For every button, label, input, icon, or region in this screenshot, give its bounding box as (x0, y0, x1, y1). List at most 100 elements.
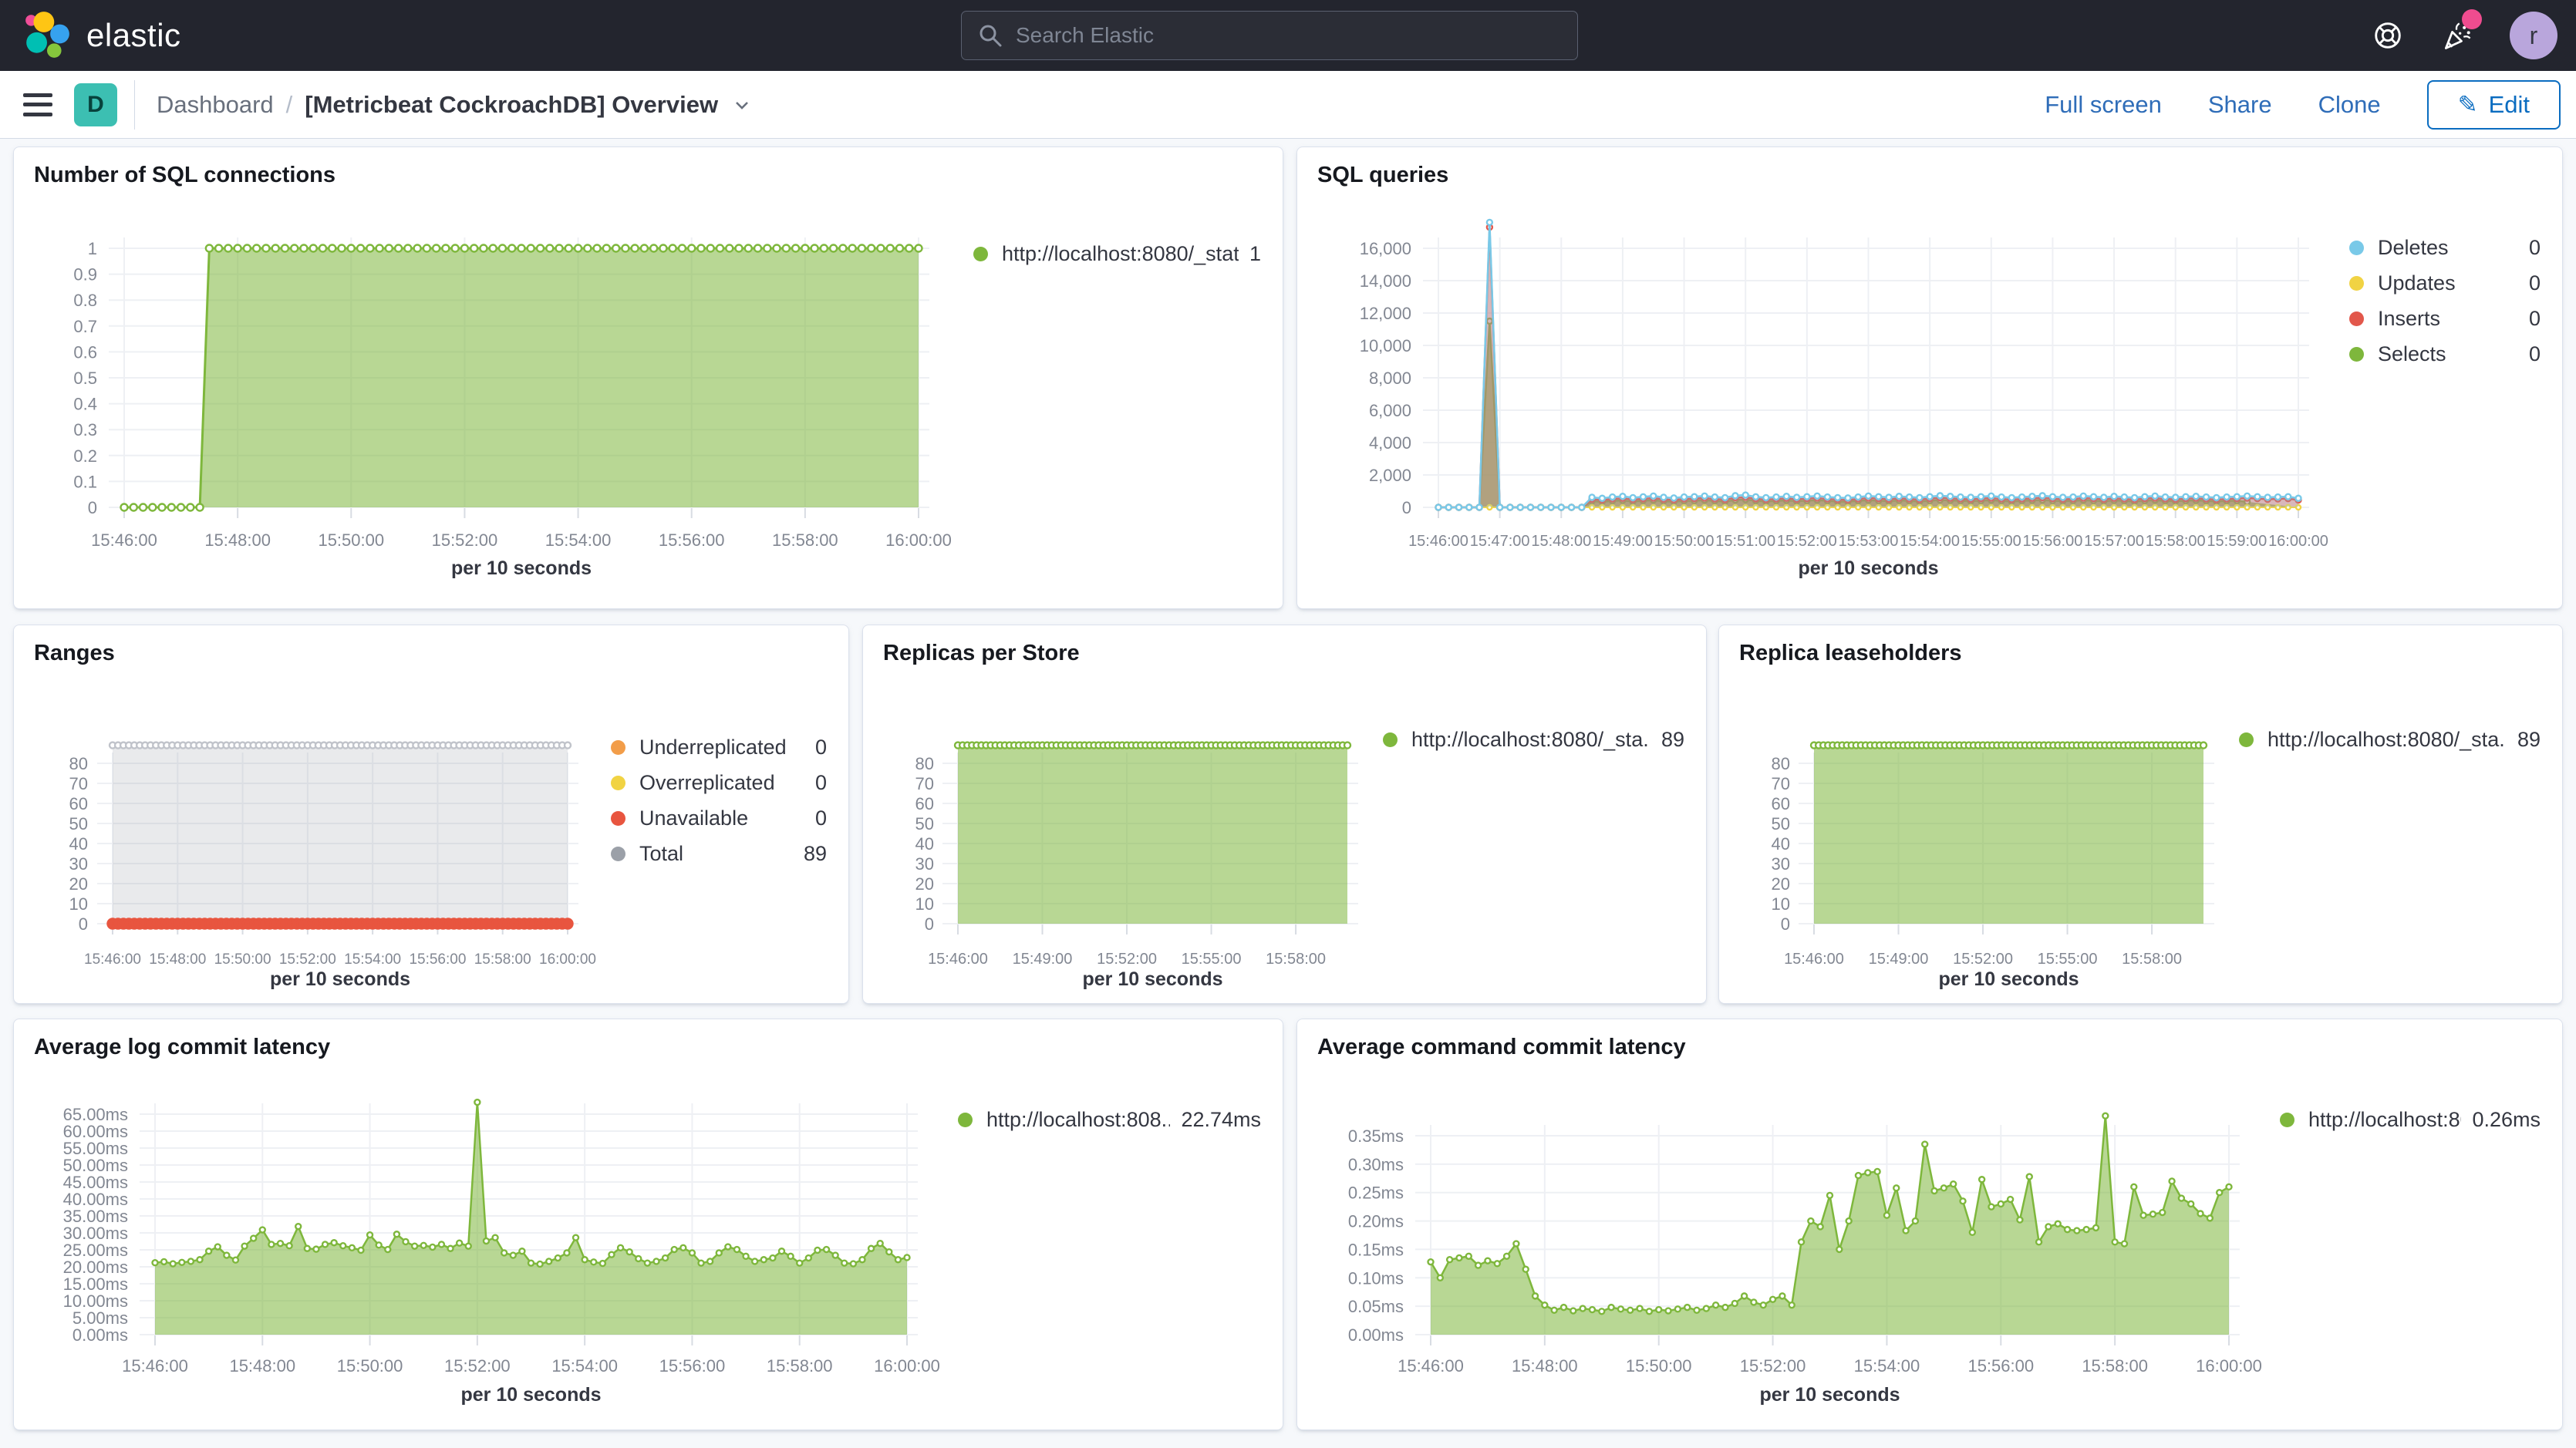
y-tick-label: 0 (1781, 914, 1790, 934)
breadcrumb: Dashboard / [Metricbeat CockroachDB] Ove… (157, 91, 754, 119)
panel-sql-queries: SQL queries 16,00014,00012,00010,0008,00… (1296, 146, 2563, 609)
x-tick-label: 15:58:00 (2082, 1356, 2148, 1376)
x-axis-title: per 10 seconds (1082, 968, 1222, 990)
legend-label: Total (639, 842, 683, 866)
x-tick-label: 15:57:00 (2084, 533, 2144, 550)
search-icon (977, 22, 1003, 49)
legend-item[interactable]: Inserts0 (2349, 301, 2541, 336)
ranges-chart[interactable]: 8070605040302010015:46:0015:48:0015:50:0… (20, 669, 591, 987)
panel-replica-leaseholders: Replica leaseholders 8070605040302010015… (1718, 625, 2563, 1004)
legend-label: http://localhost:8080/_sta... (1411, 728, 1650, 752)
series-markers-Total (110, 743, 571, 749)
x-tick-label: 15:55:00 (1961, 533, 2021, 550)
x-tick-label: 15:50:00 (1626, 1356, 1692, 1376)
legend-item[interactable]: http://localhost:808...22.74ms (958, 1102, 1261, 1137)
y-tick-label: 80 (69, 754, 88, 773)
chevron-down-icon[interactable] (730, 93, 754, 116)
y-tick-label: 70 (915, 774, 934, 793)
legend-item[interactable]: http://localhost:8080/_sta...89 (2239, 722, 2541, 757)
brand-name: elastic (86, 17, 181, 54)
y-tick-label: 60 (915, 794, 934, 813)
y-tick-label: 0.5 (73, 369, 97, 388)
panel-command-commit-latency: Average command commit latency 0.35ms0.3… (1296, 1019, 2563, 1430)
y-tick-label: 20 (915, 874, 934, 894)
y-tick-label: 40 (915, 834, 934, 854)
panel-log-commit-latency: Average log commit latency 65.00ms60.00m… (13, 1019, 1283, 1430)
toolbar: D Dashboard / [Metricbeat CockroachDB] O… (0, 71, 2576, 139)
y-tick-label: 0.35ms (1348, 1126, 1404, 1146)
y-tick-label: 40 (1772, 834, 1790, 854)
x-tick-label: 15:50:00 (214, 951, 271, 968)
x-tick-label: 15:49:00 (1869, 951, 1929, 968)
dashboard-app-icon[interactable]: D (74, 83, 117, 126)
help-button[interactable] (2371, 19, 2405, 52)
x-tick-label: 15:46:00 (84, 951, 141, 968)
legend-item[interactable]: Unavailable0 (611, 800, 827, 836)
legend-item[interactable]: Updates0 (2349, 265, 2541, 301)
newsfeed-button[interactable] (2440, 19, 2474, 52)
legend-item[interactable]: http://localhost:8080/_stat...1 (973, 236, 1261, 271)
sql-queries-chart[interactable]: 16,00014,00012,00010,0008,0006,0004,0002… (1303, 191, 2329, 577)
y-tick-label: 0 (1402, 498, 1411, 517)
clone-link[interactable]: Clone (2318, 91, 2381, 119)
panel-title: Number of SQL connections (14, 147, 1283, 188)
legend-value: 89 (1650, 728, 1684, 752)
panel-title: Average log commit latency (14, 1019, 1283, 1060)
legend-item[interactable]: Deletes0 (2349, 230, 2541, 265)
legend-value: 0 (804, 807, 827, 830)
panel-title: SQL queries (1297, 147, 2562, 188)
legend-item[interactable]: Selects0 (2349, 336, 2541, 372)
legend-item[interactable]: Overreplicated0 (611, 765, 827, 800)
x-tick-label: 15:49:00 (1593, 533, 1653, 550)
y-tick-label: 2,000 (1369, 466, 1411, 485)
breadcrumb-dashboard[interactable]: Dashboard (157, 91, 274, 119)
x-tick-label: 15:52:00 (1777, 533, 1837, 550)
legend-label: Deletes (2378, 236, 2449, 260)
elastic-logo[interactable]: elastic (0, 10, 324, 61)
replica-leaseholders-chart[interactable]: 8070605040302010015:46:0015:49:0015:52:0… (1725, 669, 2219, 987)
legend-label: http://localhost:808... (986, 1108, 1170, 1132)
x-tick-label: 16:00:00 (2268, 533, 2328, 550)
legend-label: Underreplicated (639, 736, 787, 759)
search-input[interactable]: Search Elastic (961, 11, 1578, 60)
x-tick-label: 15:50:00 (337, 1356, 403, 1376)
legend-value: 0 (2518, 271, 2541, 295)
sql-connections-chart[interactable]: 10.90.80.70.60.50.40.30.20.1015:46:0015:… (20, 191, 953, 577)
breadcrumb-separator: / (286, 91, 293, 119)
x-tick-label: 15:46:00 (928, 951, 988, 968)
legend-dot-icon (2280, 1113, 2294, 1127)
y-tick-label: 50 (69, 814, 88, 833)
replicas-per-store-chart[interactable]: 8070605040302010015:46:0015:49:0015:52:0… (869, 669, 1363, 987)
menu-button[interactable] (23, 93, 52, 116)
x-tick-label: 15:54:00 (1854, 1356, 1920, 1376)
share-link[interactable]: Share (2208, 91, 2272, 119)
panel-title: Replica leaseholders (1719, 625, 2562, 666)
command-commit-latency-chart[interactable]: 0.35ms0.30ms0.25ms0.20ms0.15ms0.10ms0.05… (1303, 1063, 2260, 1404)
legend-item[interactable]: Underreplicated0 (611, 729, 827, 765)
x-tick-label: 15:50:00 (318, 530, 384, 550)
panel-title: Ranges (14, 625, 848, 666)
page-title: [Metricbeat CockroachDB] Overview (305, 91, 718, 119)
y-tick-label: 0.00ms (1348, 1325, 1404, 1345)
y-tick-label: 8,000 (1369, 369, 1411, 388)
y-tick-label: 0 (925, 914, 934, 934)
legend-item[interactable]: http://localhost:8080...0.26ms (2280, 1102, 2541, 1137)
series-area-http://localhost:8080/_stat... (124, 248, 919, 507)
series-markers-Selects (1436, 318, 2251, 510)
legend-item[interactable]: Total89 (611, 836, 827, 871)
legend-value: 22.74ms (1170, 1108, 1261, 1132)
series-area-http://localhost:8080... (1431, 1116, 2229, 1335)
edit-button[interactable]: ✎ Edit (2427, 80, 2561, 130)
log-commit-latency-chart[interactable]: 65.00ms60.00ms55.00ms50.00ms45.00ms40.00… (20, 1063, 938, 1404)
y-tick-label: 20 (1772, 874, 1790, 894)
user-avatar[interactable]: r (2510, 12, 2557, 59)
chart-legend: http://localhost:8080/_sta...89 (1363, 669, 1706, 987)
y-tick-label: 30 (69, 854, 88, 874)
x-tick-label: 16:00:00 (874, 1356, 940, 1376)
chart-legend: http://localhost:808...22.74ms (938, 1063, 1283, 1404)
x-tick-label: 16:00:00 (2196, 1356, 2262, 1376)
series-markers-Unavailable (108, 919, 573, 929)
legend-item[interactable]: http://localhost:8080/_sta...89 (1383, 722, 1684, 757)
x-tick-label: 15:52:00 (1097, 951, 1157, 968)
full-screen-link[interactable]: Full screen (2045, 91, 2162, 119)
